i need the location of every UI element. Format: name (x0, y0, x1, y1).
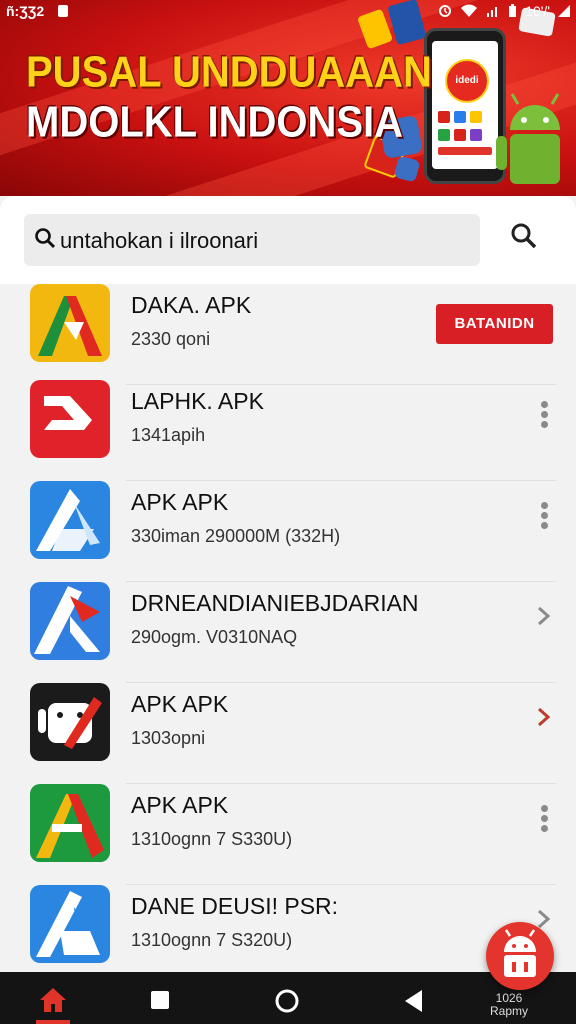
search-section: untahokan i ilroonari (0, 196, 576, 284)
status-bar: ñ:ƷƷ2 10'/' (0, 0, 576, 24)
search-glyph-icon (34, 227, 56, 255)
square-icon (151, 991, 169, 1009)
search-input[interactable]: untahokan i ilroonari (24, 214, 480, 266)
app-name: APK APK (131, 691, 229, 717)
open-chevron-button[interactable] (534, 701, 554, 733)
app-icon (30, 885, 110, 963)
app-card-decoration (393, 155, 421, 183)
nav-recents-button[interactable] (150, 990, 170, 1015)
app-meta: 290ogm. V0310NAQ (131, 627, 298, 647)
list-item[interactable]: APK APK 1310ognn 7 S330U) (0, 784, 576, 885)
wifi-icon (461, 4, 478, 17)
app-name: DAKA. APK (131, 292, 252, 318)
battery-icon (509, 4, 517, 17)
app-meta: 330iman 290000M (332H) (131, 526, 341, 546)
nav-clock: 1026 Rapmy (490, 992, 528, 1018)
app-name: APK APK (131, 489, 229, 515)
app-meta: 1341apih (131, 425, 206, 445)
app-icon (30, 284, 110, 362)
list-item[interactable]: APK APK 330iman 290000M (332H) (0, 481, 576, 582)
search-icon (511, 223, 537, 249)
app-meta: 1310ognn 7 S320U) (131, 930, 293, 950)
list-item[interactable]: APK APK 1303opni (0, 683, 576, 784)
nav-center-button[interactable] (274, 988, 300, 1019)
chevron-right-icon (538, 606, 551, 626)
app-icon (30, 683, 110, 761)
chevron-right-icon (538, 707, 551, 727)
list-item[interactable]: DRNEANDIANIEBJDARIAN 290ogm. V0310NAQ (0, 582, 576, 683)
app-name: DANE DEUSI! PSR: (131, 893, 339, 919)
app-name: APK APK (131, 792, 229, 818)
app-meta: 1303opni (131, 728, 206, 748)
list-item[interactable]: DAKA. APK 2330 qoni BATANIDN (0, 284, 576, 385)
circle-icon (275, 989, 299, 1013)
app-meta: 1310ognn 7 S330U) (131, 829, 293, 849)
more-menu-button[interactable] (534, 398, 554, 430)
search-value: untahokan i ilroonari (60, 228, 259, 253)
alarm-icon (439, 5, 452, 17)
promo-banner[interactable]: idedi PUSAL UNDDUAAAN MDOLKL INDONSIA (0, 0, 576, 196)
more-menu-button[interactable] (534, 802, 554, 834)
back-triangle-icon (405, 990, 422, 1012)
list-item[interactable]: LAPHK. APK 1341apih (0, 380, 576, 481)
signal-full-icon (558, 5, 570, 17)
app-icon (30, 380, 110, 458)
app-name: LAPHK. APK (131, 388, 264, 414)
notification-icon (58, 5, 68, 17)
home-icon (40, 988, 66, 1012)
android-mascot-icon (496, 93, 560, 184)
battery-text: 10'/' (525, 3, 550, 19)
open-chevron-button[interactable] (534, 600, 554, 632)
app-icon (30, 582, 110, 660)
signal-icon (487, 7, 498, 17)
app-icon (30, 481, 110, 559)
android-fab-button[interactable] (486, 922, 554, 990)
android-robot-icon (504, 929, 536, 977)
nav-back-button[interactable] (402, 988, 424, 1019)
status-icons: 10'/' (438, 3, 570, 19)
banner-title-line2: MDOLKL INDONSIA (26, 97, 404, 147)
nav-home-button[interactable] (38, 986, 68, 1019)
app-meta: 2330 qoni (131, 329, 211, 349)
download-button[interactable]: BATANIDN (436, 304, 553, 344)
app-name: DRNEANDIANIEBJDARIAN (131, 590, 419, 616)
status-time: ñ:ƷƷ2 (6, 3, 45, 19)
search-button[interactable] (510, 222, 550, 262)
nav-clock-line2: Rapmy (490, 1004, 529, 1018)
app-icon (30, 784, 110, 862)
banner-title-line1: PUSAL UNDDUAAAN (26, 47, 432, 97)
phone-logo: idedi (445, 59, 489, 103)
active-tab-indicator (36, 1020, 70, 1024)
more-menu-button[interactable] (534, 499, 554, 531)
